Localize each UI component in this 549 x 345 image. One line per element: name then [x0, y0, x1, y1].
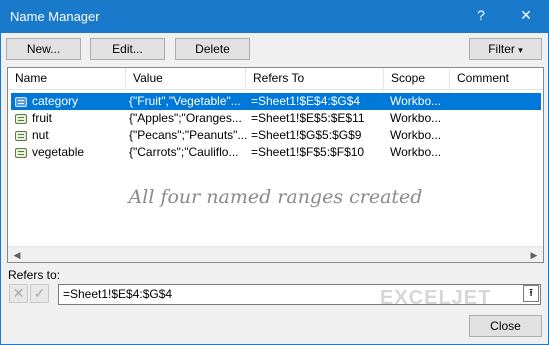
column-header-scope[interactable]: Scope [384, 68, 450, 89]
cancel-icon: ✕ [12, 285, 25, 301]
cancel-edit-button[interactable]: ✕ [9, 284, 28, 303]
row-comment [455, 93, 539, 110]
list-header: Name Value Refers To Scope Comment [8, 68, 543, 90]
collapse-arrow-icon: ⭱ [529, 287, 533, 299]
delete-button[interactable]: Delete [175, 38, 250, 60]
column-header-comment[interactable]: Comment [450, 68, 543, 89]
new-button[interactable]: New... [6, 38, 81, 60]
row-scope: Workbo... [390, 94, 442, 108]
close-window-button[interactable]: ✕ [518, 7, 534, 24]
names-list[interactable]: Name Value Refers To Scope Comment categ… [7, 67, 544, 263]
row-name: fruit [32, 111, 53, 125]
scroll-right-icon[interactable]: ▶ [526, 250, 542, 261]
row-comment [455, 127, 539, 144]
table-row[interactable]: vegetable {"Carrots";"Cauliflo... =Sheet… [11, 144, 541, 161]
named-range-icon [15, 148, 27, 158]
close-button-label: Close [490, 319, 521, 333]
checkmark-icon: ✓ [33, 285, 46, 301]
column-header-name[interactable]: Name [8, 68, 126, 89]
column-header-refers-to[interactable]: Refers To [246, 68, 384, 89]
scroll-left-icon[interactable]: ◀ [9, 250, 25, 261]
row-refers-to: =Sheet1!$E$5:$E$11 [251, 111, 365, 125]
named-range-icon [15, 114, 27, 124]
row-comment [455, 110, 539, 127]
exceljet-watermark: EXCELJET [380, 287, 492, 309]
row-comment [455, 144, 539, 161]
edit-button[interactable]: Edit... [90, 38, 165, 60]
edit-button-label: Edit... [112, 42, 143, 56]
row-scope: Workbo... [390, 145, 442, 159]
table-row[interactable]: nut {"Pecans";"Peanuts"... =Sheet1!$G$5:… [11, 127, 541, 144]
close-button[interactable]: Close [469, 315, 542, 337]
row-name: nut [32, 128, 49, 142]
row-refers-to: =Sheet1!$G$5:$G$9 [251, 128, 362, 142]
collapse-dialog-button[interactable]: ⭱ [523, 285, 539, 302]
confirm-edit-button[interactable]: ✓ [30, 284, 49, 303]
delete-button-label: Delete [195, 42, 230, 56]
filter-button[interactable]: Filter ▾ [469, 38, 542, 60]
named-range-icon [15, 131, 27, 141]
row-name: vegetable [32, 145, 85, 159]
title-bar: Name Manager ? ✕ [1, 1, 548, 33]
table-row[interactable]: fruit {"Apples";"Oranges... =Sheet1!$E$5… [11, 110, 541, 127]
horizontal-scrollbar[interactable]: ◀ ▶ [8, 246, 543, 262]
row-value: {"Carrots";"Cauliflo... [129, 145, 239, 159]
row-scope: Workbo... [390, 128, 442, 142]
refers-to-label: Refers to: [8, 268, 61, 282]
filter-button-label: Filter [488, 42, 515, 56]
row-value: {"Pecans";"Peanuts"... [129, 128, 247, 142]
dialog-title: Name Manager [10, 9, 100, 24]
row-value: {"Fruit","Vegetable"... [129, 94, 241, 108]
new-button-label: New... [26, 42, 61, 56]
row-refers-to: =Sheet1!$E$4:$G$4 [251, 94, 361, 108]
annotation-text: All four named ranges created [128, 186, 423, 208]
chevron-down-icon: ▾ [518, 45, 523, 55]
table-row[interactable]: category {"Fruit","Vegetable"... =Sheet1… [11, 93, 541, 110]
help-button[interactable]: ? [473, 7, 489, 23]
name-manager-dialog: Name Manager ? ✕ New... Edit... Delete F… [0, 0, 549, 345]
column-header-value[interactable]: Value [126, 68, 246, 89]
named-range-icon [15, 97, 27, 107]
row-scope: Workbo... [390, 111, 442, 125]
row-name: category [32, 94, 79, 108]
row-value: {"Apples";"Oranges... [129, 111, 242, 125]
row-refers-to: =Sheet1!$F$5:$F$10 [251, 145, 365, 159]
